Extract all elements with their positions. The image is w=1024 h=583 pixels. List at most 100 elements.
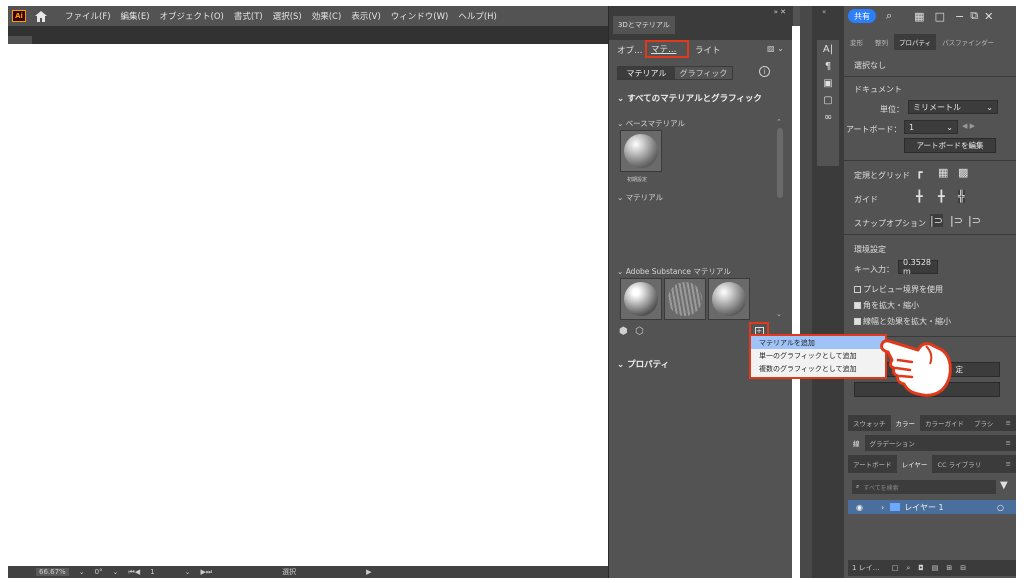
- tab-swatches[interactable]: スウォッチ: [848, 418, 891, 428]
- layers-search-input[interactable]: ⌕ すべてを検索: [852, 480, 996, 494]
- collapse-icon[interactable]: » ✕: [774, 8, 786, 16]
- menu-item-add-multiple-graphics[interactable]: 複数のグラフィックとして追加: [751, 362, 885, 375]
- material-thumbnail-plastic[interactable]: [708, 278, 750, 320]
- rotation-dropdown-icon[interactable]: ⌄: [113, 568, 119, 576]
- prev-artboard-icon[interactable]: ⏮◀: [128, 568, 140, 577]
- scroll-up-icon[interactable]: ⌃: [776, 118, 782, 126]
- menu-item-add-material[interactable]: マテリアルを追加: [751, 336, 885, 349]
- snap-grid-icon[interactable]: |⊃: [950, 214, 963, 227]
- section-all-materials[interactable]: ⌄ すべてのマテリアルとグラフィック: [617, 92, 762, 104]
- menu-select[interactable]: 選択(S): [268, 10, 307, 22]
- scroll-down-icon[interactable]: ⌄: [776, 310, 782, 318]
- snap-point-icon[interactable]: |⊃: [930, 214, 943, 227]
- zoom-dropdown-icon[interactable]: ⌄: [79, 568, 85, 576]
- expand-dock-icon[interactable]: «: [822, 8, 826, 16]
- segment-graphic[interactable]: グラフィック: [675, 67, 732, 79]
- artboard-dropdown-icon[interactable]: ⌄: [185, 568, 191, 576]
- rotation-field[interactable]: 0°: [95, 568, 103, 576]
- tab-cc-libraries[interactable]: CC ライブラリ: [932, 459, 986, 469]
- panel-menu-icon[interactable]: ≡: [1001, 460, 1016, 468]
- layers-stack-icon[interactable]: ▣: [817, 78, 839, 89]
- scale-strokes-option[interactable]: 線幅と効果を拡大・縮小: [854, 316, 951, 327]
- expand-arrow-icon[interactable]: ›: [881, 503, 884, 512]
- link-icon[interactable]: ∞: [817, 112, 839, 123]
- panel-icon[interactable]: □: [935, 10, 945, 23]
- info-icon[interactable]: i: [759, 66, 770, 77]
- share-button[interactable]: 共有: [848, 9, 876, 23]
- tab-layers[interactable]: レイヤー: [896, 455, 933, 473]
- panel-menu-icon[interactable]: ≡: [1001, 419, 1016, 427]
- filter-icon[interactable]: ▼: [1000, 480, 1008, 491]
- segment-material[interactable]: マテリアル: [618, 67, 675, 79]
- grid-icon[interactable]: ▦: [938, 166, 948, 179]
- new-layer-icon[interactable]: ⊞: [946, 564, 952, 572]
- tab-object[interactable]: オブ…: [617, 44, 643, 56]
- menu-view[interactable]: 表示(V): [346, 10, 385, 22]
- close-icon[interactable]: ✕: [984, 10, 993, 23]
- export-icon[interactable]: ▢: [817, 95, 839, 106]
- restore-icon[interactable]: ⧉: [970, 9, 978, 23]
- scale-strokes-checkbox[interactable]: [854, 318, 861, 325]
- document-tab[interactable]: [8, 36, 32, 44]
- smart-guides-icon[interactable]: ╬: [958, 190, 965, 203]
- locate-object-icon[interactable]: ⌕: [906, 564, 910, 573]
- edit-artboard-button[interactable]: アートボードを編集: [904, 138, 996, 153]
- layer-name[interactable]: レイヤー 1: [904, 502, 943, 513]
- new-sublayer-icon[interactable]: ▤: [932, 564, 939, 572]
- artboard-select[interactable]: 1 ⌄: [904, 120, 958, 134]
- menu-window[interactable]: ウィンドウ(W): [386, 10, 454, 22]
- preview-bounds-checkbox[interactable]: [854, 286, 861, 293]
- menu-help[interactable]: ヘルプ(H): [453, 10, 502, 22]
- menu-file[interactable]: ファイル(F): [60, 10, 116, 22]
- material-thumbnail-rock[interactable]: [620, 278, 662, 320]
- layer-target-icon[interactable]: ○: [997, 503, 1004, 512]
- tab-color[interactable]: カラー: [890, 414, 920, 432]
- key-input-field[interactable]: 0.3528 m: [898, 258, 938, 276]
- panel-menu-icon[interactable]: ≡: [1001, 439, 1016, 447]
- tab-properties[interactable]: プロパティ: [894, 34, 937, 50]
- visibility-eye-icon[interactable]: ◉: [856, 503, 863, 512]
- substance-cube-icon[interactable]: ⬢: [619, 326, 628, 337]
- menu-effect[interactable]: 効果(C): [307, 10, 347, 22]
- tab-gradient[interactable]: グラデーション: [865, 438, 920, 448]
- menu-object[interactable]: オブジェクト(O): [155, 10, 229, 22]
- section-material[interactable]: ⌄ マテリアル: [617, 192, 663, 203]
- tab-artboards[interactable]: アートボード: [848, 459, 897, 469]
- scale-corners-option[interactable]: 角を拡大・縮小: [854, 300, 919, 311]
- export-layer-icon[interactable]: □: [892, 564, 899, 572]
- material-thumbnail-default[interactable]: [620, 130, 662, 172]
- tab-transform[interactable]: 変形: [844, 37, 869, 47]
- render-settings-icon[interactable]: ▨ ⌄: [767, 44, 784, 53]
- clipping-mask-icon[interactable]: ◘: [918, 564, 924, 572]
- next-artboard-icon[interactable]: ▶⏭: [200, 568, 212, 577]
- menu-type[interactable]: 書式(T): [229, 10, 268, 22]
- character-icon[interactable]: A|: [817, 44, 839, 55]
- tab-pathfinder[interactable]: パスファインダー: [936, 37, 1000, 47]
- panel-tab-3d[interactable]: 3Dとマテリアル: [613, 16, 675, 34]
- search-icon[interactable]: ⌕: [886, 9, 892, 23]
- arrange-icon[interactable]: ▦: [914, 10, 924, 23]
- delete-layer-icon[interactable]: ⊟: [960, 564, 966, 572]
- lock-guides-icon[interactable]: ╋: [938, 190, 945, 203]
- panel-scroll-column[interactable]: [800, 6, 812, 578]
- artboard-nav-icon[interactable]: ◀ ▶: [962, 122, 975, 130]
- unit-select[interactable]: ミリメートル ⌄: [908, 100, 998, 114]
- tab-stroke[interactable]: 線: [848, 434, 865, 452]
- tab-material[interactable]: マテ…: [645, 40, 689, 58]
- paragraph-icon[interactable]: ¶: [817, 61, 839, 72]
- menu-item-add-single-graphic[interactable]: 単一のグラフィックとして追加: [751, 349, 885, 362]
- tab-brushes[interactable]: ブラシ: [969, 418, 998, 428]
- minimize-icon[interactable]: −: [955, 10, 964, 23]
- tab-light[interactable]: ライト: [695, 44, 721, 56]
- section-base-material[interactable]: ⌄ ベースマテリアル: [617, 118, 685, 129]
- snap-pixel-icon[interactable]: |⊃: [968, 214, 981, 227]
- status-arrow-icon[interactable]: ▶: [366, 568, 371, 576]
- tab-color-guide[interactable]: カラーガイド: [920, 418, 969, 428]
- scrollbar-thumb[interactable]: [777, 128, 783, 198]
- layer-row[interactable]: ◉ › レイヤー 1 ○: [848, 500, 1016, 514]
- substance-browse-icon[interactable]: ⬡: [635, 326, 644, 337]
- ruler-icon[interactable]: ┏: [916, 166, 923, 179]
- show-guides-icon[interactable]: ╋: [916, 190, 923, 203]
- scale-corners-checkbox[interactable]: [854, 302, 861, 309]
- section-properties[interactable]: ⌄ プロパティ: [617, 358, 669, 370]
